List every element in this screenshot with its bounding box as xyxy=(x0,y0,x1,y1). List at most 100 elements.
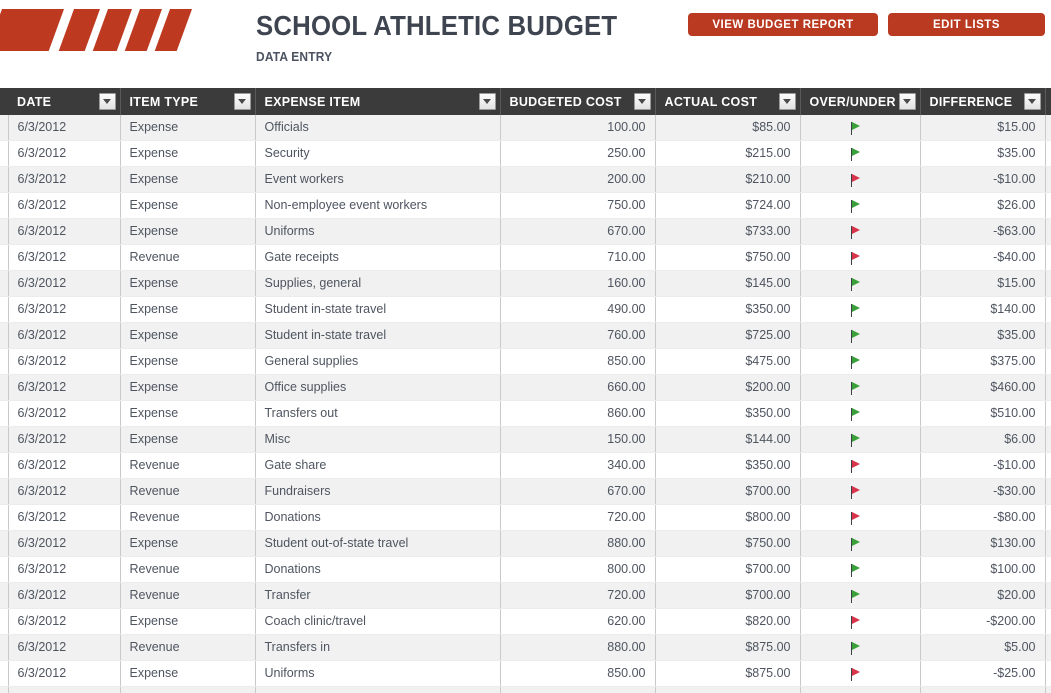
cell-actual-cost[interactable]: $733.00 xyxy=(655,218,801,245)
cell-item-type[interactable]: Expense xyxy=(120,686,256,693)
filter-dropdown-date[interactable] xyxy=(98,93,116,110)
column-header-budgeted-cost[interactable]: BUDGETED COST xyxy=(500,88,656,115)
table-row[interactable]: 6/3/2012 Expense Transfers out 860.00 $350.0… xyxy=(0,400,1051,427)
table-row[interactable]: 6/3/2012 Revenue Donations 800.00 $700.00 $10… xyxy=(0,556,1051,583)
cell-over-under[interactable] xyxy=(800,400,921,427)
cell-actual-cost[interactable]: $350.00 xyxy=(655,452,801,479)
cell-date[interactable]: 6/3/2012 xyxy=(8,634,121,661)
cell-budgeted-cost[interactable]: 710.00 xyxy=(500,244,656,271)
cell-difference[interactable]: $375.00 xyxy=(920,348,1046,375)
cell-over-under[interactable] xyxy=(800,686,921,693)
cell-over-under[interactable] xyxy=(800,270,921,297)
cell-item-type[interactable]: Revenue xyxy=(120,504,256,531)
cell-over-under[interactable] xyxy=(800,218,921,245)
cell-item-type[interactable]: Expense xyxy=(120,296,256,323)
cell-date[interactable]: 6/3/2012 xyxy=(8,504,121,531)
cell-actual-cost[interactable]: $724.00 xyxy=(655,192,801,219)
cell-date[interactable]: 6/3/2012 xyxy=(8,426,121,453)
cell-item-type[interactable]: Expense xyxy=(120,218,256,245)
cell-date[interactable]: 6/3/2012 xyxy=(8,660,121,687)
table-row[interactable]: 6/3/2012 Expense Supplies, general 160.00 $1… xyxy=(0,270,1051,297)
cell-over-under[interactable] xyxy=(800,530,921,557)
cell-item-type[interactable]: Expense xyxy=(120,608,256,635)
cell-budgeted-cost[interactable]: 670.00 xyxy=(500,218,656,245)
cell-budgeted-cost[interactable]: 250.00 xyxy=(500,140,656,167)
cell-difference[interactable]: -$30.00 xyxy=(920,478,1046,505)
table-row[interactable]: 6/3/2012 Revenue Donations 720.00 $800.00 -$8… xyxy=(0,504,1051,531)
cell-difference[interactable]: -$200.00 xyxy=(920,608,1046,635)
cell-date[interactable]: 6/3/2012 xyxy=(8,556,121,583)
cell-item-type[interactable]: Revenue xyxy=(120,244,256,271)
cell-actual-cost[interactable]: $800.00 xyxy=(655,504,801,531)
cell-difference[interactable]: $140.00 xyxy=(920,296,1046,323)
cell-over-under[interactable] xyxy=(800,634,921,661)
table-row[interactable]: 6/3/2012 Revenue Gate share 340.00 $350.00 -$… xyxy=(0,452,1051,479)
cell-item-type[interactable]: Expense xyxy=(120,426,256,453)
cell-expense-item[interactable]: Supplies, general xyxy=(255,270,501,297)
filter-dropdown-item-type[interactable] xyxy=(233,93,251,110)
cell-over-under[interactable] xyxy=(800,348,921,375)
cell-difference[interactable]: -$10.00 xyxy=(920,166,1046,193)
cell-actual-cost[interactable]: $215.00 xyxy=(655,140,801,167)
cell-date[interactable]: 6/3/2012 xyxy=(8,582,121,609)
cell-difference[interactable]: $130.00 xyxy=(920,530,1046,557)
column-header-expense-item[interactable]: EXPENSE ITEM xyxy=(255,88,501,115)
column-header-over-under[interactable]: OVER/UNDER xyxy=(800,88,921,115)
cell-budgeted-cost[interactable]: 100.00 xyxy=(500,115,656,141)
filter-dropdown-expense-item[interactable] xyxy=(478,93,496,110)
cell-difference[interactable]: $0.00 xyxy=(920,686,1046,693)
cell-expense-item[interactable]: Uniforms xyxy=(255,218,501,245)
cell-over-under[interactable] xyxy=(800,556,921,583)
cell-difference[interactable]: -$10.00 xyxy=(920,452,1046,479)
column-header-date[interactable]: DATE xyxy=(8,88,121,115)
filter-dropdown-over-under[interactable] xyxy=(898,93,916,110)
cell-actual-cost[interactable]: $700.00 xyxy=(655,478,801,505)
cell-difference[interactable]: $460.00 xyxy=(920,374,1046,401)
cell-over-under[interactable] xyxy=(800,582,921,609)
table-row[interactable]: 6/3/2012 Expense Student in-state travel 76… xyxy=(0,322,1051,349)
cell-item-type[interactable]: Expense xyxy=(120,270,256,297)
cell-over-under[interactable] xyxy=(800,478,921,505)
cell-over-under[interactable] xyxy=(800,504,921,531)
cell-date[interactable]: 6/3/2012 xyxy=(8,296,121,323)
cell-actual-cost[interactable]: $200.00 xyxy=(655,374,801,401)
table-row[interactable]: 6/3/2012 Expense Misc 150.00 $144.00 $6.00 xyxy=(0,426,1051,453)
cell-over-under[interactable] xyxy=(800,660,921,687)
cell-expense-item[interactable]: Security xyxy=(255,140,501,167)
cell-actual-cost[interactable]: $875.00 xyxy=(655,660,801,687)
cell-expense-item[interactable]: Office supplies xyxy=(255,374,501,401)
column-header-difference[interactable]: DIFFERENCE xyxy=(920,88,1046,115)
cell-over-under[interactable] xyxy=(800,452,921,479)
cell-budgeted-cost[interactable]: 880.00 xyxy=(500,530,656,557)
cell-expense-item[interactable]: General supplies xyxy=(255,348,501,375)
cell-difference[interactable]: $100.00 xyxy=(920,556,1046,583)
cell-item-type[interactable]: Revenue xyxy=(120,582,256,609)
cell-date[interactable]: 6/3/2012 xyxy=(8,686,121,693)
cell-expense-item[interactable]: Student in-state travel xyxy=(255,296,501,323)
filter-dropdown-difference[interactable] xyxy=(1023,93,1041,110)
cell-item-type[interactable]: Expense xyxy=(120,348,256,375)
cell-over-under[interactable] xyxy=(800,374,921,401)
cell-difference[interactable]: $35.00 xyxy=(920,322,1046,349)
cell-item-type[interactable]: Expense xyxy=(120,166,256,193)
cell-difference[interactable]: -$25.00 xyxy=(920,660,1046,687)
cell-expense-item[interactable]: Donations xyxy=(255,556,501,583)
cell-item-type[interactable]: Expense xyxy=(120,140,256,167)
cell-over-under[interactable] xyxy=(800,192,921,219)
cell-item-type[interactable]: Expense xyxy=(120,400,256,427)
table-row[interactable]: 6/3/2012 Expense Non-employee event worker… xyxy=(0,192,1051,219)
table-row[interactable]: 6/3/2012 Expense Uniforms 670.00 $733.00 -$63… xyxy=(0,218,1051,245)
cell-expense-item[interactable]: Gate receipts xyxy=(255,244,501,271)
column-header-actual-cost[interactable]: ACTUAL COST xyxy=(655,88,801,115)
cell-item-type[interactable]: Expense xyxy=(120,192,256,219)
cell-budgeted-cost[interactable]: 710.00 xyxy=(500,686,656,693)
cell-date[interactable]: 6/3/2012 xyxy=(8,218,121,245)
cell-item-type[interactable]: Expense xyxy=(120,322,256,349)
table-row[interactable]: 6/3/2012 Expense Student in-state travel 49… xyxy=(0,296,1051,323)
cell-date[interactable]: 6/3/2012 xyxy=(8,348,121,375)
cell-over-under[interactable] xyxy=(800,166,921,193)
cell-budgeted-cost[interactable]: 670.00 xyxy=(500,478,656,505)
cell-budgeted-cost[interactable]: 760.00 xyxy=(500,322,656,349)
filter-dropdown-budgeted-cost[interactable] xyxy=(633,93,651,110)
cell-date[interactable]: 6/3/2012 xyxy=(8,322,121,349)
